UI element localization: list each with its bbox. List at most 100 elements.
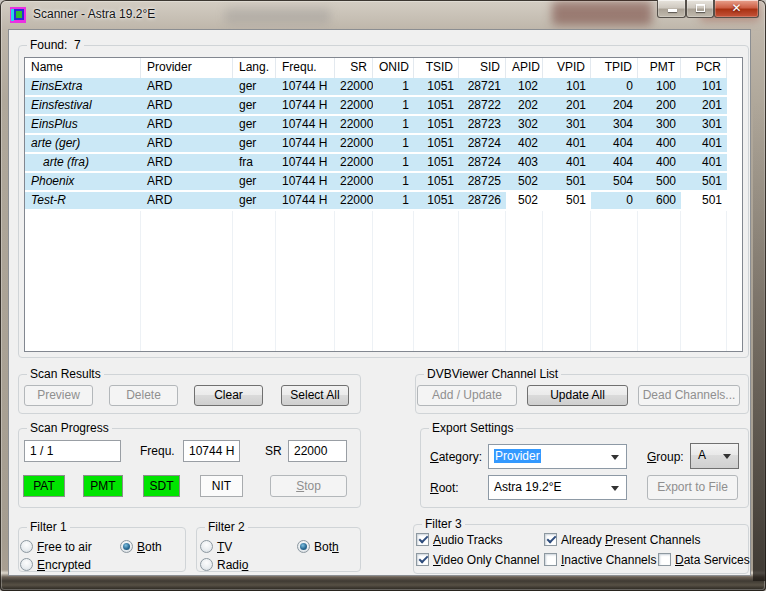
table-cell[interactable]: 28724 <box>459 135 506 152</box>
table-cell[interactable]: ger <box>233 116 276 133</box>
clear-button[interactable]: Clear <box>194 385 263 406</box>
table-cell[interactable]: 1051 <box>414 116 459 133</box>
table-cell[interactable]: 101 <box>543 78 591 95</box>
table-cell[interactable]: 302 <box>506 116 543 133</box>
table-cell[interactable]: 0 <box>591 192 638 209</box>
table-cell[interactable]: 10744 H <box>276 154 335 171</box>
delete-button[interactable]: Delete <box>109 385 178 406</box>
data-services-checkbox[interactable] <box>658 553 671 566</box>
table-cell[interactable]: 502 <box>506 192 543 209</box>
video-only-checkbox[interactable] <box>416 553 429 566</box>
table-cell[interactable]: EinsPlus <box>25 116 141 133</box>
table-row[interactable]: EinsfestivalARDger10744 H220001105128722… <box>25 97 742 116</box>
table-cell[interactable]: 1 <box>373 173 414 190</box>
group-combobox[interactable]: A <box>690 443 739 469</box>
table-cell[interactable]: Phoenix <box>25 173 141 190</box>
table-header[interactable]: NameProviderLang.Frequ.SRONIDTSIDSIDAPID… <box>25 58 742 78</box>
audio-tracks-checkbox[interactable] <box>416 533 429 546</box>
inactive-channels-label[interactable]: Inactive Channels <box>561 553 656 568</box>
table-cell[interactable]: 1051 <box>414 154 459 171</box>
inactive-channels-checkbox[interactable] <box>544 553 557 566</box>
filter1-both-label[interactable]: Both <box>137 540 162 555</box>
column-header-apid[interactable]: APID <box>506 58 543 78</box>
table-cell[interactable]: 504 <box>591 173 638 190</box>
select-all-button[interactable]: Select All <box>281 385 349 406</box>
table-cell[interactable]: 1051 <box>414 78 459 95</box>
table-cell[interactable]: 22000 <box>335 173 373 190</box>
table-cell[interactable]: 600 <box>638 192 681 209</box>
table-cell[interactable]: 22000 <box>335 78 373 95</box>
table-row[interactable]: Test-RARDger10744 H220001105128726502501… <box>25 192 742 211</box>
update-all-button[interactable]: Update All <box>527 385 628 406</box>
column-header-name[interactable]: Name <box>25 58 141 78</box>
sr-field[interactable]: 22000 <box>288 440 347 462</box>
table-cell[interactable]: arte (fra) <box>25 154 141 171</box>
table-cell[interactable]: ARD <box>141 173 233 190</box>
table-cell[interactable]: 22000 <box>335 192 373 209</box>
filter1-both-radio[interactable] <box>120 540 133 553</box>
table-cell[interactable]: 100 <box>638 78 681 95</box>
tv-label[interactable]: TV <box>217 540 232 555</box>
table-cell[interactable]: 301 <box>681 116 727 133</box>
table-cell[interactable]: 1 <box>373 97 414 114</box>
table-cell[interactable]: 304 <box>591 116 638 133</box>
table-cell[interactable]: 1051 <box>414 97 459 114</box>
table-cell[interactable]: 201 <box>543 97 591 114</box>
table-cell[interactable]: 501 <box>681 192 727 209</box>
data-services-label[interactable]: Data Services <box>675 553 750 568</box>
titlebar[interactable]: Scanner - Astra 19.2°E ✕ <box>0 0 766 30</box>
frequ-field[interactable]: 10744 H <box>183 440 240 462</box>
category-combobox[interactable]: Provider <box>488 444 627 469</box>
table-cell[interactable]: ARD <box>141 116 233 133</box>
export-to-file-button[interactable]: Export to File <box>647 475 738 500</box>
dead-channels-button[interactable]: Dead Channels... <box>638 385 740 406</box>
column-header-tsid[interactable]: TSID <box>414 58 459 78</box>
table-cell[interactable]: 404 <box>591 154 638 171</box>
column-header-onid[interactable]: ONID <box>373 58 414 78</box>
table-row[interactable]: PhoenixARDger10744 H22000110512872550250… <box>25 173 742 192</box>
column-header-lang[interactable]: Lang. <box>233 58 276 78</box>
table-cell[interactable]: 401 <box>543 154 591 171</box>
tv-radio[interactable] <box>200 540 213 553</box>
table-cell[interactable]: 28722 <box>459 97 506 114</box>
filter2-both-radio[interactable] <box>297 540 310 553</box>
channel-table[interactable]: NameProviderLang.Frequ.SRONIDTSIDSIDAPID… <box>24 57 743 352</box>
table-cell[interactable]: 1051 <box>414 135 459 152</box>
table-cell[interactable]: EinsExtra <box>25 78 141 95</box>
table-cell[interactable]: 403 <box>506 154 543 171</box>
table-cell[interactable]: 1 <box>373 116 414 133</box>
close-button[interactable]: ✕ <box>714 0 759 18</box>
table-cell[interactable]: ger <box>233 78 276 95</box>
table-cell[interactable]: fra <box>233 154 276 171</box>
table-cell[interactable]: 1051 <box>414 173 459 190</box>
table-cell[interactable]: 10744 H <box>276 173 335 190</box>
app-icon[interactable] <box>10 7 26 23</box>
column-header-tpid[interactable]: TPID <box>591 58 638 78</box>
table-cell[interactable]: 204 <box>591 97 638 114</box>
root-combobox[interactable]: Astra 19.2°E <box>488 475 627 500</box>
table-cell[interactable]: arte (ger) <box>25 135 141 152</box>
minimize-button[interactable] <box>657 0 686 18</box>
table-cell[interactable]: 401 <box>543 135 591 152</box>
table-cell[interactable]: 401 <box>681 154 727 171</box>
already-present-label[interactable]: Already Present Channels <box>561 533 700 548</box>
table-row[interactable]: arte (ger)ARDger10744 H22000110512872440… <box>25 135 742 154</box>
table-cell[interactable]: 10744 H <box>276 116 335 133</box>
free-to-air-radio[interactable] <box>20 540 33 553</box>
table-cell[interactable]: 10744 H <box>276 97 335 114</box>
radio-filter-label[interactable]: Radio <box>217 558 248 573</box>
encrypted-radio[interactable] <box>20 558 33 571</box>
progress-field[interactable]: 1 / 1 <box>24 440 121 462</box>
column-header-sid[interactable]: SID <box>459 58 506 78</box>
table-cell[interactable]: 201 <box>681 97 727 114</box>
table-cell[interactable]: 28721 <box>459 78 506 95</box>
table-cell[interactable]: 101 <box>681 78 727 95</box>
already-present-checkbox[interactable] <box>544 533 557 546</box>
table-cell[interactable]: ger <box>233 173 276 190</box>
table-cell[interactable]: 200 <box>638 97 681 114</box>
table-cell[interactable]: 501 <box>543 173 591 190</box>
maximize-button[interactable] <box>686 0 714 18</box>
table-cell[interactable]: 28725 <box>459 173 506 190</box>
table-cell[interactable]: 22000 <box>335 97 373 114</box>
table-cell[interactable]: 500 <box>638 173 681 190</box>
